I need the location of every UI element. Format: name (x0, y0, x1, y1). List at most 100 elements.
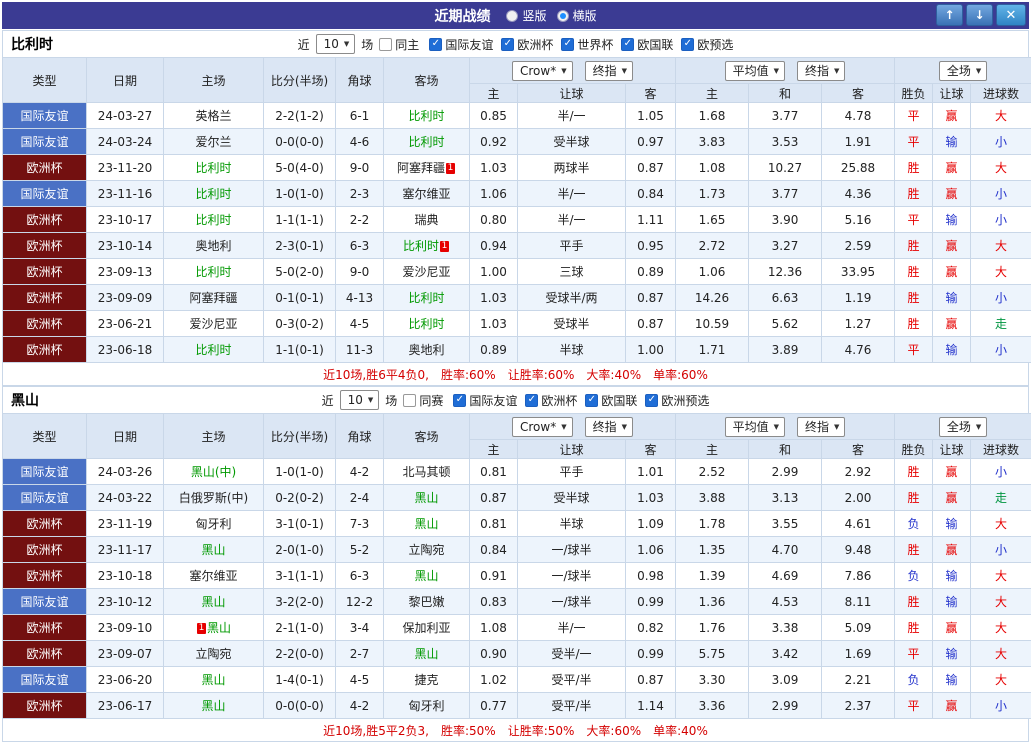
same-filter-checkbox[interactable]: 同赛 (403, 392, 443, 409)
checkbox-label: 欧国联 (601, 393, 638, 408)
match-row: 国际友谊 24-03-22 白俄罗斯(中) 0-2(0-2) 2-4 黑山 0.… (2, 484, 1031, 511)
avg-away-cell: 2.37 (820, 692, 896, 719)
match-date: 23-06-20 (86, 666, 164, 693)
close-button[interactable]: ✕ (996, 4, 1026, 26)
team-label: 立陶宛 (408, 543, 445, 557)
scroll-up-button[interactable]: ↑ (936, 4, 963, 26)
scroll-down-button[interactable]: ↓ (966, 4, 993, 26)
match-count-select[interactable]: 10 ▼ (315, 34, 356, 54)
avg-time-select[interactable]: 终指 ▼ (797, 416, 846, 437)
result-goals-cell: 大 (970, 588, 1031, 615)
home-team-cell: 黑山 (163, 588, 264, 615)
competition-checkbox[interactable]: 国际友谊 (429, 36, 493, 53)
corner-cell: 4-2 (335, 458, 384, 485)
odds-source-value: Crow* (519, 419, 557, 434)
sub-header-outcome: 胜负 (894, 83, 934, 103)
team-label: 比利时 (408, 317, 445, 331)
odds-away-cell: 0.95 (625, 232, 676, 259)
home-team-cell: 黑山 (163, 536, 264, 563)
avg-source-select[interactable]: 平均值 ▼ (724, 60, 786, 81)
corner-cell: 6-3 (335, 232, 384, 259)
titlebar-center: 近期战绩 竖版 横版 (2, 6, 1029, 26)
result-outcome-cell: 负 (894, 666, 934, 693)
avg-time-select[interactable]: 终指 ▼ (797, 60, 846, 81)
team-label: 黎巴嫩 (408, 595, 445, 609)
competition-checkbox[interactable]: 国际友谊 (453, 392, 517, 409)
caret-down-icon: ▼ (621, 422, 627, 431)
odds-handicap-cell: 半球 (517, 336, 626, 363)
score-cell: 3-1(0-1) (263, 510, 336, 537)
result-goals-cell: 大 (970, 614, 1031, 641)
col-header-type: 类型 (2, 57, 87, 103)
team-label: 立陶宛 (195, 647, 232, 661)
odds-source-select[interactable]: Crow* ▼ (511, 416, 573, 437)
summary-stat: 近10场,胜5平2负3, (323, 723, 429, 738)
match-count-select[interactable]: 10 ▼ (339, 390, 380, 410)
odds-source-select[interactable]: Crow* ▼ (511, 60, 573, 81)
summary-line: 近10场,胜6平4负0, 胜率:60% 让胜率:60% 大率:40% 单率:60% (2, 363, 1029, 386)
team-label: 瑞典 (414, 213, 439, 227)
avg-draw-cell: 5.62 (748, 310, 822, 337)
result-outcome-cell: 胜 (894, 310, 934, 337)
odds-away-cell: 1.05 (625, 102, 676, 129)
avg-draw-cell: 3.55 (748, 510, 822, 537)
home-team-cell: 黑山(中) (163, 458, 264, 485)
result-outcome-cell: 负 (894, 562, 934, 589)
score-cell: 1-1(1-1) (263, 206, 336, 233)
match-date: 23-10-12 (86, 588, 164, 615)
score-cell: 0-0(0-0) (263, 128, 336, 155)
scope-value: 全场 (946, 64, 971, 78)
layout-radio-vertical[interactable]: 竖版 (506, 7, 547, 24)
odds-group-header: Crow* ▼ 终指 ▼ (469, 413, 676, 440)
summary-stat: 近10场,胜6平4负0, (323, 367, 429, 382)
avg-source-select[interactable]: 平均值 ▼ (724, 416, 786, 437)
competition-checkbox[interactable]: 欧国联 (585, 392, 637, 409)
team-label: 比利时 (408, 109, 445, 123)
competition-checkbox[interactable]: 欧洲预选 (645, 392, 709, 409)
team-label: 黑山 (206, 621, 231, 635)
competition-checkbox[interactable]: 欧国联 (621, 36, 673, 53)
sub-header-handicap: 让球 (517, 83, 626, 103)
corner-cell: 4-5 (335, 310, 384, 337)
home-team-cell: 爱尔兰 (163, 128, 264, 155)
result-outcome-cell: 胜 (894, 484, 934, 511)
scope-select[interactable]: 全场 ▼ (938, 60, 988, 81)
odds-time-select[interactable]: 终指 ▼ (584, 60, 633, 81)
corner-cell: 11-3 (335, 336, 384, 363)
panel-title: 近期战绩 (434, 8, 491, 25)
competition-checkbox[interactable]: 欧洲杯 (501, 36, 553, 53)
odds-time-select[interactable]: 终指 ▼ (584, 416, 633, 437)
match-row: 欧洲杯 23-11-17 黑山 2-0(1-0) 5-2 立陶宛 0.84 一/… (2, 536, 1031, 563)
scope-select[interactable]: 全场 ▼ (938, 416, 988, 437)
team-label: 黑山 (414, 517, 439, 531)
match-date: 23-11-20 (86, 154, 164, 181)
odds-away-cell: 0.99 (625, 640, 676, 667)
matches-table: 类型 日期 主场 比分(半场) 角球 客场 Crow* ▼ 终指 ▼ 平均值 ▼… (2, 413, 1031, 719)
competition-checkbox[interactable]: 欧洲杯 (525, 392, 577, 409)
result-goals-cell: 大 (970, 666, 1031, 693)
avg-home-cell: 1.68 (675, 102, 749, 129)
competition-checkbox[interactable]: 欧预选 (681, 36, 733, 53)
same-filter-checkbox[interactable]: 同主 (379, 36, 419, 53)
odds-away-cell: 1.09 (625, 510, 676, 537)
avg-away-cell: 5.16 (820, 206, 896, 233)
match-type-badge: 欧洲杯 (2, 614, 87, 641)
avg-draw-cell: 3.27 (748, 232, 822, 259)
result-handicap-cell: 赢 (932, 232, 972, 259)
odds-home-cell: 1.03 (469, 154, 518, 181)
match-date: 23-10-14 (86, 232, 164, 259)
odds-handicap-cell: 受球半 (517, 310, 626, 337)
match-date: 24-03-22 (86, 484, 164, 511)
team-name: 黑山 (11, 393, 39, 409)
avg-source-value: 平均值 (732, 64, 769, 78)
avg-home-cell: 3.36 (675, 692, 749, 719)
avg-group-header: 平均值 ▼ 终指 ▼ (674, 57, 896, 84)
match-type-badge: 国际友谊 (2, 458, 87, 485)
avg-draw-cell: 3.90 (748, 206, 822, 233)
corner-cell: 2-7 (335, 640, 384, 667)
corner-cell: 9-0 (335, 154, 384, 181)
layout-radio-horizontal[interactable]: 横版 (556, 7, 597, 24)
competition-checkbox[interactable]: 世界杯 (561, 36, 613, 53)
summary-stat: 大率:40% (586, 367, 642, 382)
odds-time-value: 终指 (592, 420, 617, 434)
